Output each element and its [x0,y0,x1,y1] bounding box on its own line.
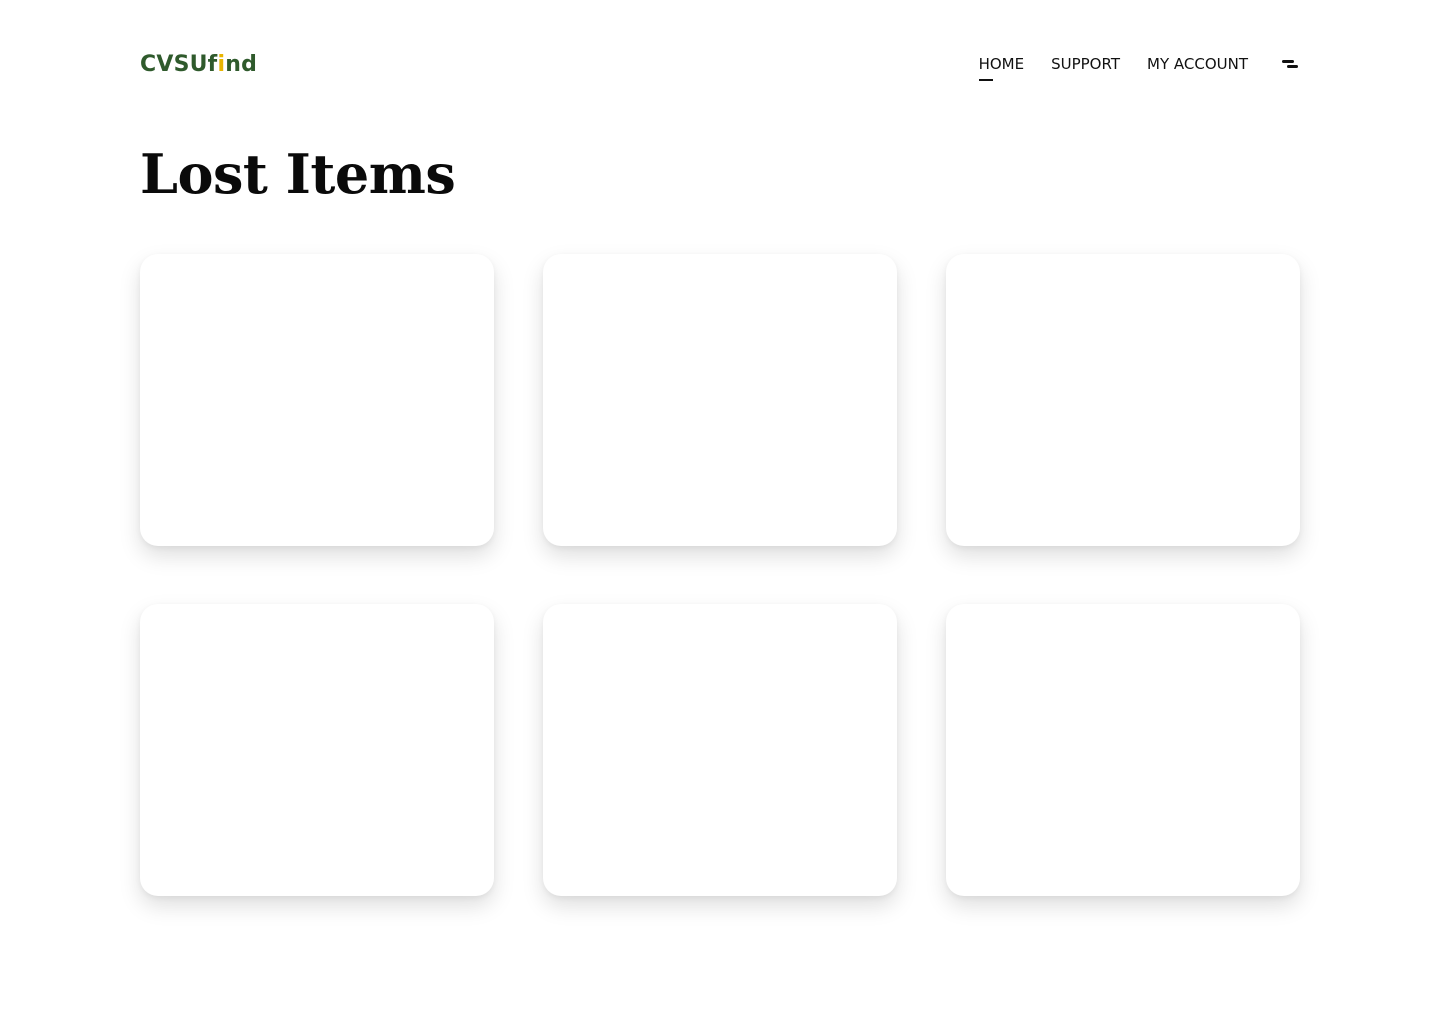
lost-item-card[interactable] [946,254,1300,546]
menu-icon[interactable] [1280,55,1300,73]
lost-item-card[interactable] [543,254,897,546]
page: CVSUfind HOME SUPPORT MY ACCOUNT Lost It… [0,0,1440,1024]
nav-link-home[interactable]: HOME [978,54,1024,81]
lost-item-card[interactable] [140,604,494,896]
menu-icon-bar-top [1282,60,1294,63]
lost-item-card[interactable] [140,254,494,546]
lost-item-card[interactable] [543,604,897,896]
logo[interactable]: CVSUfind [140,52,257,77]
logo-text-end: nd [225,51,258,77]
nav-link-support[interactable]: SUPPORT [1051,54,1120,74]
main-nav: HOME SUPPORT MY ACCOUNT [978,54,1300,81]
logo-text-start: CVSUf [140,51,218,77]
menu-icon-bar-bottom [1287,65,1298,68]
header: CVSUfind HOME SUPPORT MY ACCOUNT [140,40,1300,88]
page-title: Lost Items [140,142,456,206]
lost-item-card[interactable] [946,604,1300,896]
lost-items-grid [140,254,1300,896]
nav-link-my-account[interactable]: MY ACCOUNT [1147,54,1248,74]
